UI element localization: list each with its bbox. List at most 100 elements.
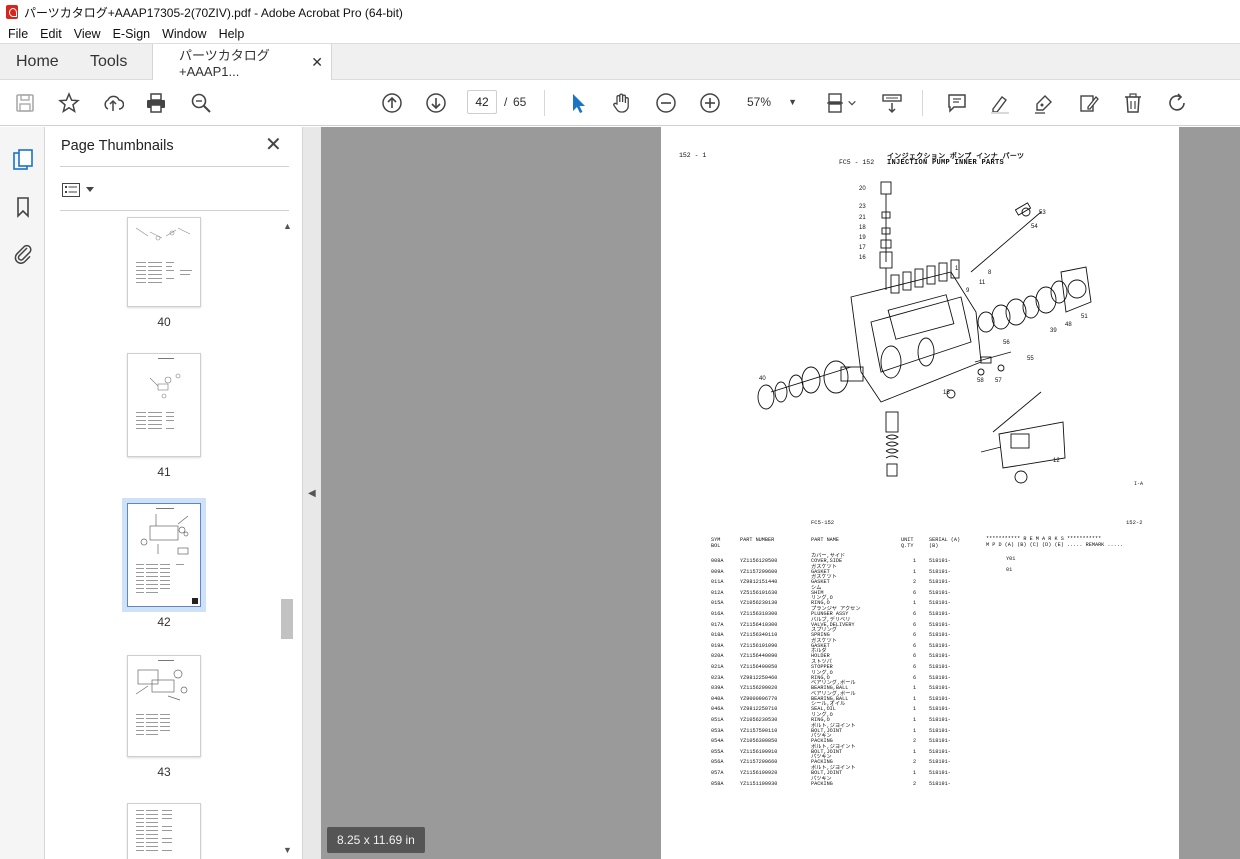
row-serial: 518191-: [929, 717, 951, 723]
thumbnail-list[interactable]: 40 41 42 43: [46, 215, 303, 859]
menu-window[interactable]: Window: [156, 27, 212, 41]
toolbar: [0, 80, 1240, 126]
previous-page-icon[interactable]: [380, 91, 404, 115]
row-part-number: YZ1056230530: [740, 717, 778, 723]
rotate-redo-icon[interactable]: [1165, 91, 1189, 115]
tab-document[interactable]: パーツカタログ+AAAP1... ✕: [152, 44, 332, 80]
row-serial: 518191-: [929, 632, 951, 639]
page-thumbnails-icon[interactable]: [10, 147, 36, 173]
row-qty: 1: [913, 558, 917, 564]
callout-48: 48: [1065, 322, 1072, 328]
row-part-number: YZ1056300850: [740, 738, 778, 745]
row-qty: 1: [913, 685, 917, 692]
page-size-indicator: 8.25 x 11.69 in: [327, 827, 425, 853]
menu-view[interactable]: View: [68, 27, 107, 41]
row-serial: 518191-: [929, 621, 951, 628]
save-icon[interactable]: [13, 91, 37, 115]
row-part-number: YZ1156120500: [740, 558, 778, 564]
thumbnail-page-40[interactable]: [127, 217, 201, 307]
thumbnail-page-42[interactable]: [122, 498, 206, 612]
row-part-number: YZ1157299600: [740, 568, 778, 575]
panel-splitter[interactable]: ◀: [303, 127, 321, 859]
print-icon[interactable]: [144, 91, 168, 115]
row-part-number: YZ1157290660: [740, 759, 778, 766]
attachments-paperclip-icon[interactable]: [10, 240, 36, 266]
acrobat-logo-icon: [6, 5, 18, 19]
panel-title: Page Thumbnails: [61, 138, 174, 154]
row-serial: 518191-: [929, 770, 951, 776]
close-tab-icon[interactable]: ✕: [311, 54, 323, 71]
scroll-up-arrow-icon[interactable]: ▲: [283, 221, 292, 231]
page-fit-icon[interactable]: [824, 91, 848, 115]
row-serial: 518191-: [929, 664, 951, 670]
collapse-panel-arrow-icon[interactable]: ◀: [308, 488, 316, 499]
zoom-out-icon[interactable]: [654, 91, 678, 115]
callout-16: 16: [859, 255, 866, 261]
thumbnail-label: 40: [157, 315, 171, 329]
row-qty: 6: [913, 621, 917, 628]
callout-8: 8: [988, 270, 992, 276]
table-model: FC5-152: [811, 519, 835, 526]
chevron-down-icon[interactable]: [846, 91, 858, 115]
document-view[interactable]: 152 - 1 FC5 - 152 インジェクション ポンプ インナ パーツ I…: [321, 127, 1240, 859]
row-serial: 518191-: [929, 780, 951, 787]
scroll-down-arrow-icon[interactable]: ▼: [283, 845, 292, 855]
row-symbol: 017A: [711, 621, 724, 628]
edit-pdf-icon[interactable]: [1077, 91, 1101, 115]
row-symbol: 051A: [711, 717, 724, 723]
scroll-mode-icon[interactable]: [880, 91, 904, 115]
row-serial: 518191-: [929, 579, 951, 586]
row-symbol: 011A: [711, 579, 724, 586]
zoom-in-icon[interactable]: [698, 91, 722, 115]
row-part-number: YZ1156410300: [740, 621, 778, 628]
row-serial: 518191-: [929, 727, 951, 734]
menu-file[interactable]: File: [2, 27, 34, 41]
callout-21: 21: [859, 215, 866, 221]
page-separator: /: [504, 95, 508, 109]
row-serial: 518191-: [929, 558, 951, 564]
row-symbol: 046A: [711, 706, 724, 713]
page-number-input[interactable]: [467, 90, 497, 114]
select-cursor-icon[interactable]: [566, 91, 590, 115]
row-serial: 518191-: [929, 568, 951, 575]
thumbnail-options-button[interactable]: [62, 181, 98, 199]
options-list-icon: [62, 183, 80, 197]
row-remark: Y01: [1006, 556, 1016, 562]
fill-sign-icon[interactable]: [1032, 91, 1056, 115]
bookmark-star-icon[interactable]: [57, 91, 81, 115]
thumbnail-page-44[interactable]: [127, 803, 201, 859]
window-title: パーツカタログ+AAAP17305-2(70ZIV).pdf - Adobe A…: [24, 5, 403, 20]
row-part-number: YZ9000906770: [740, 695, 778, 702]
thumbnail-page-43[interactable]: [127, 655, 201, 757]
chevron-down-icon: ▼: [788, 97, 797, 107]
thumbnail-page-41[interactable]: [127, 353, 201, 457]
delete-trash-icon[interactable]: [1121, 91, 1145, 115]
row-symbol: 020A: [711, 653, 724, 660]
menu-help[interactable]: Help: [213, 27, 251, 41]
row-qty: 6: [913, 642, 917, 649]
tab-tools[interactable]: Tools: [74, 44, 152, 79]
callout-40: 40: [759, 376, 766, 382]
zoom-level-select[interactable]: 57% ▼: [741, 90, 801, 114]
exploded-parts-diagram: 20 23 21 18 19 17 16 53 54 8 11 9 1 39 4…: [757, 181, 1092, 484]
row-qty: 6: [913, 589, 917, 596]
thumbnail-scrollbar[interactable]: ▲ ▼: [280, 219, 294, 857]
bookmarks-icon[interactable]: [10, 194, 36, 220]
highlight-pen-icon[interactable]: [988, 91, 1012, 115]
share-cloud-icon[interactable]: [101, 91, 125, 115]
hand-tool-icon[interactable]: [610, 91, 634, 115]
row-qty: 2: [913, 759, 917, 766]
scrollbar-thumb[interactable]: [281, 599, 293, 639]
close-panel-icon[interactable]: ✕: [265, 135, 282, 155]
menu-esign[interactable]: E-Sign: [107, 27, 157, 41]
row-symbol: 015A: [711, 600, 724, 607]
tab-home[interactable]: Home: [0, 44, 74, 79]
zoom-search-icon[interactable]: [189, 91, 213, 115]
menu-edit[interactable]: Edit: [34, 27, 68, 41]
next-page-icon[interactable]: [424, 91, 448, 115]
row-part-number: YZ1157590110: [740, 727, 778, 734]
row-qty: 6: [913, 632, 917, 639]
row-part-number: YZ9812250460: [740, 674, 778, 681]
comment-icon[interactable]: [945, 91, 969, 115]
row-qty: 1: [913, 568, 917, 575]
